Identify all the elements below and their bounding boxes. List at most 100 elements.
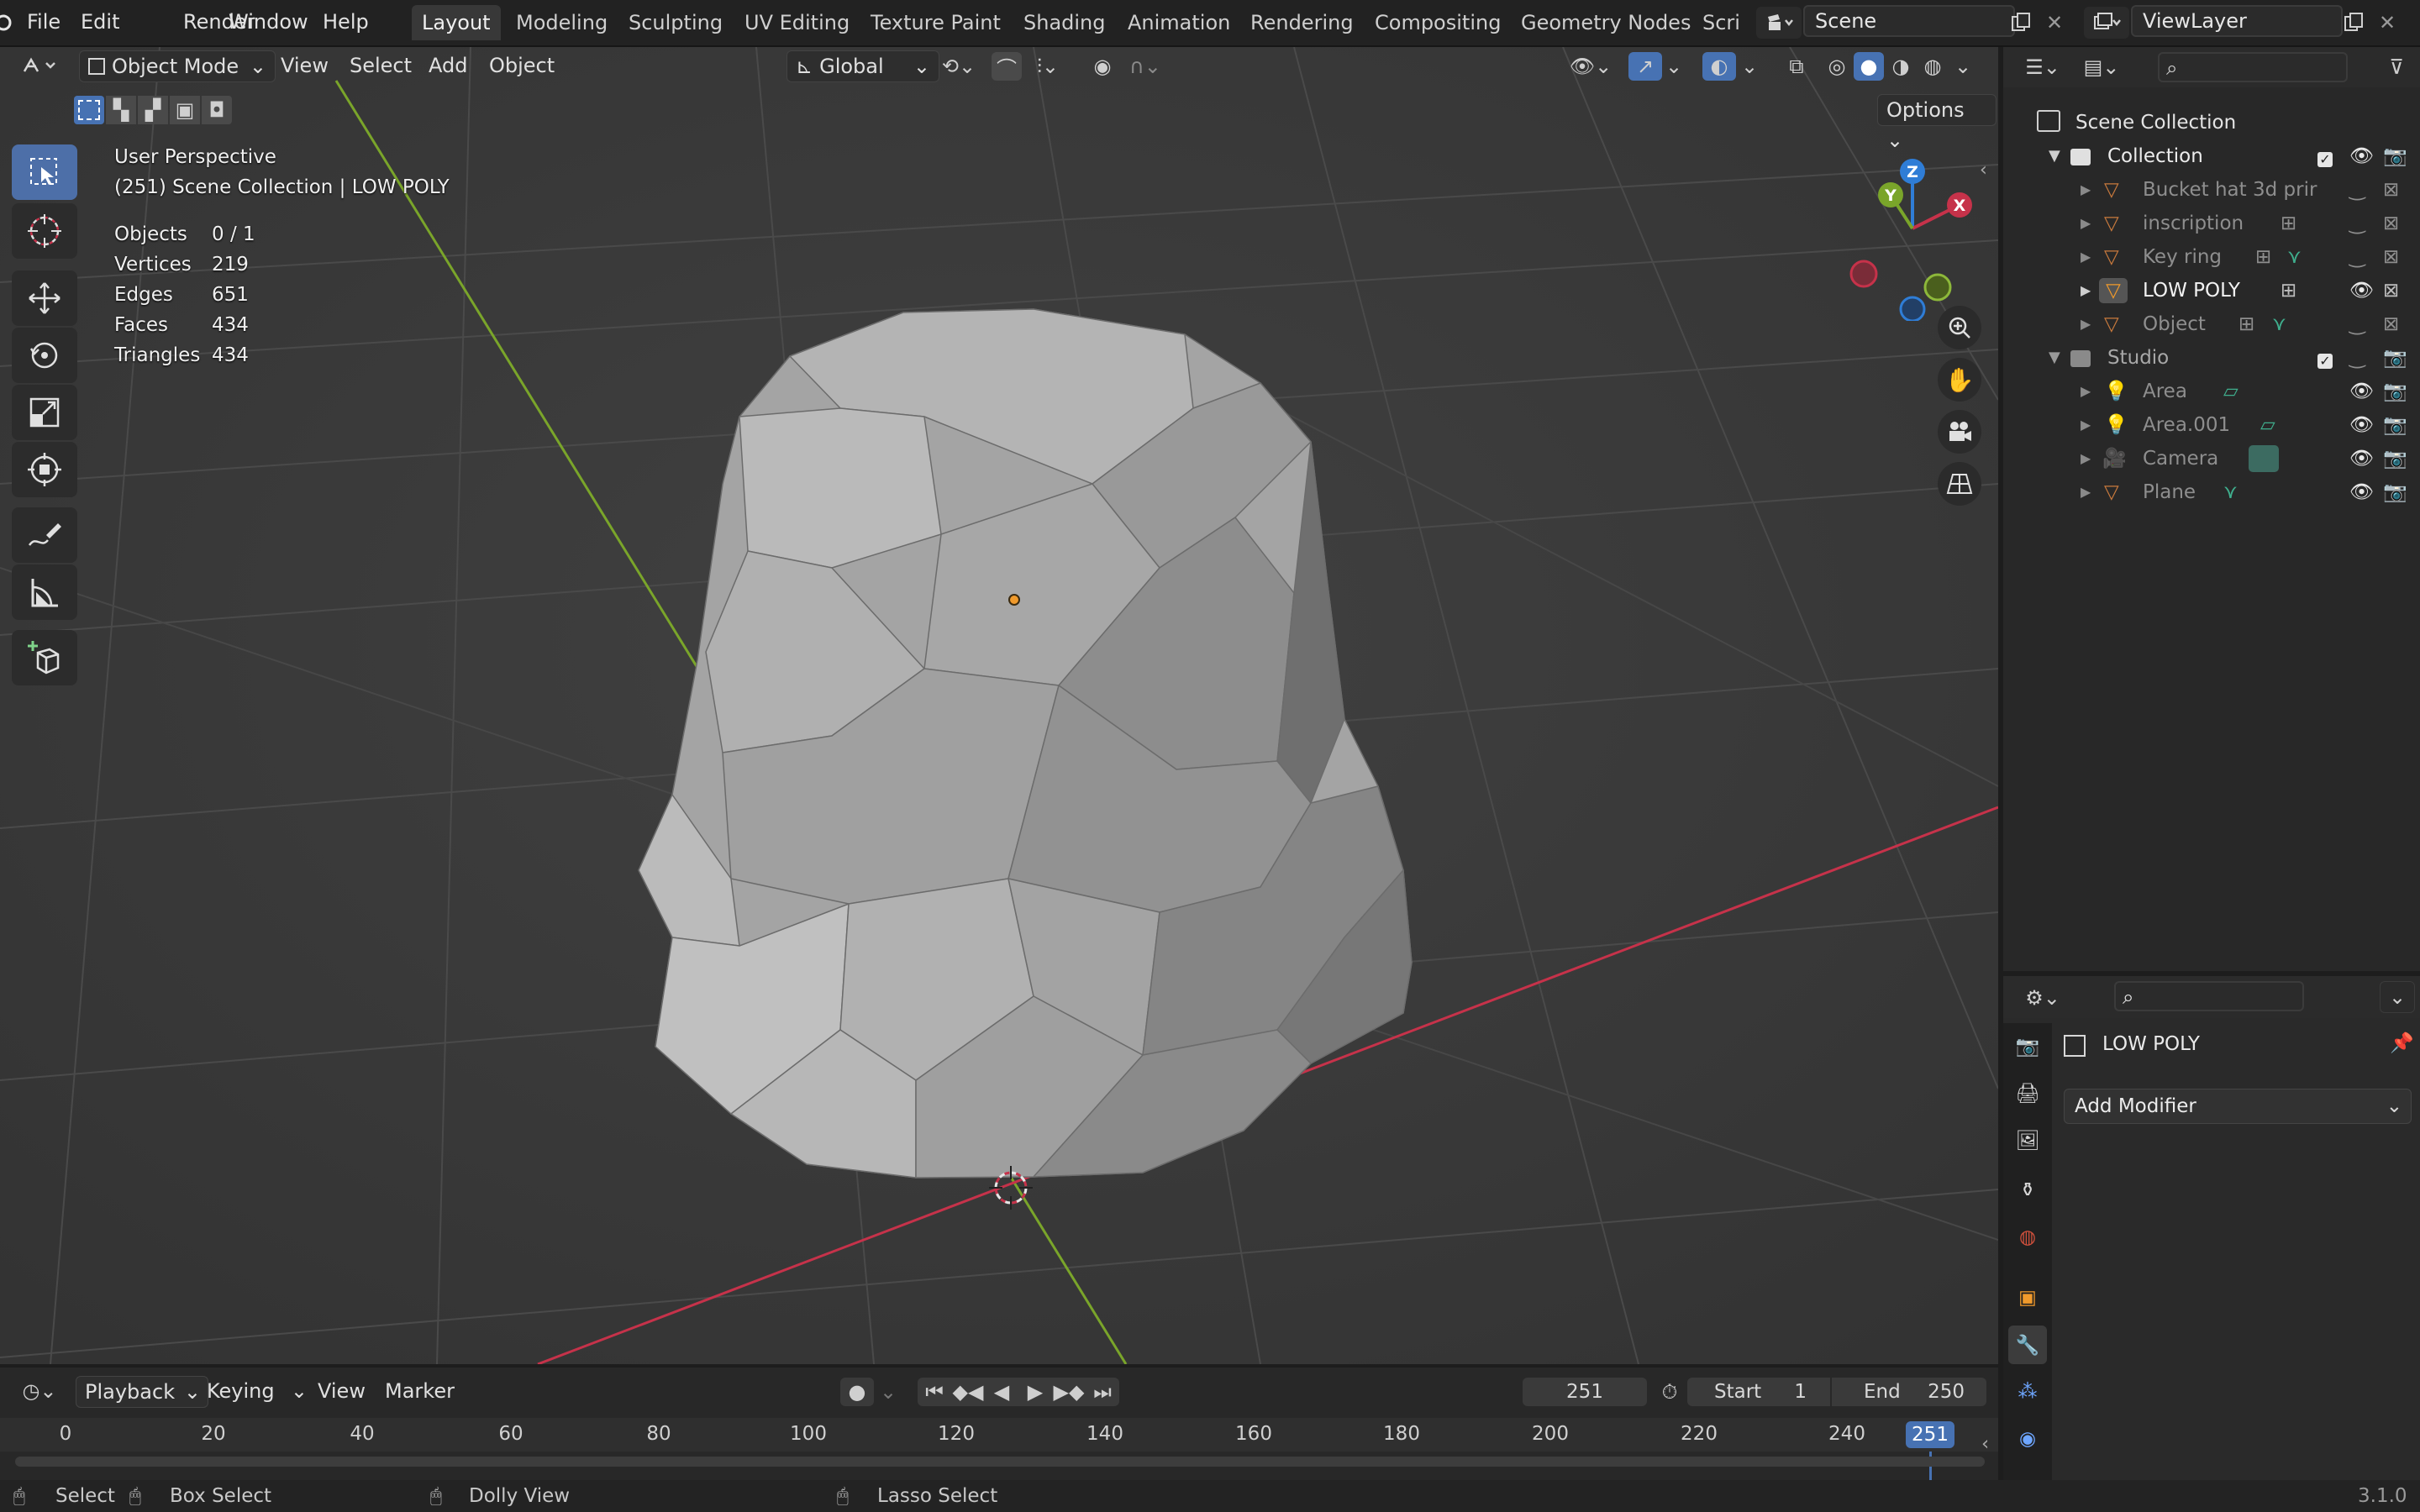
outliner-row-light[interactable]: ▶ 💡 Area ▱ 👁 📷 [2003,375,2420,408]
menu-file[interactable]: File [22,7,66,37]
filter-icon[interactable]: ⊽ [2381,52,2412,82]
outliner-row-object[interactable]: ▶ ▽ Key ring ⊞ ⋎ ‿ ⊠ [2003,240,2420,274]
menu-view[interactable]: View [309,1376,374,1406]
snap-target-icon[interactable]: ⫶⌄ [1025,52,1071,81]
shading-dropdown-icon[interactable]: ⌄ [1953,52,1973,81]
solid-shading-icon[interactable]: ● [1854,52,1884,81]
hidden-eye-icon[interactable]: ‿ [2349,341,2365,375]
tab-rendering[interactable]: Rendering [1240,5,1364,40]
overlays-dropdown-icon[interactable]: ⌄ [1739,52,1760,81]
keying-dropdown[interactable]: Keying ⌄ [198,1376,314,1406]
expand-arrow-icon[interactable]: ▼ [2049,139,2060,173]
prev-keyframe-icon[interactable]: ◆◀ [951,1378,985,1406]
select-invert-icon[interactable]: ▣ [170,96,200,124]
select-subtract-icon[interactable]: ▞ [138,96,168,124]
eye-icon[interactable]: 👁 [2349,375,2374,408]
menu-object[interactable]: Object [481,50,563,81]
render-camera-icon[interactable]: 📷 [2383,341,2407,375]
jump-start-icon[interactable]: ⏮ [918,1378,951,1406]
timeline-scrollbar[interactable] [15,1457,1985,1467]
eye-icon[interactable]: 👁 [2349,408,2374,442]
menu-marker[interactable]: Marker [376,1376,463,1406]
outliner-row-light[interactable]: ▶ 💡 Area.001 ▱ 👁 📷 [2003,408,2420,442]
sidebar-toggle-icon[interactable]: ‹ [1980,160,1987,181]
stopwatch-icon[interactable]: ⏱ [1655,1378,1684,1406]
menu-add[interactable]: Add [420,50,476,81]
outliner-row-collection[interactable]: ▼ Collection ✓ 👁 📷 [2003,139,2420,173]
expand-arrow-icon[interactable]: ▶ [2081,207,2091,240]
tab-sculpting[interactable]: Sculpting [618,5,733,40]
tab-modeling[interactable]: Modeling [506,5,618,40]
modifier-tab-icon[interactable]: 🔧 [2008,1326,2047,1364]
select-new-icon[interactable] [74,96,104,124]
3d-viewport[interactable]: Object Mode ⌄ View Select Add Object ⊾ Glo… [0,47,1998,1364]
world-tab-icon[interactable]: ◍ [2008,1218,2047,1257]
editor-type-icon[interactable] [12,50,67,81]
tab-uv-editing[interactable]: UV Editing [734,5,860,40]
physics-tab-icon[interactable]: ◉ [2008,1420,2047,1458]
expand-arrow-icon[interactable]: ▶ [2081,408,2091,442]
keying-set-icon[interactable]: ⌄ [876,1378,901,1406]
tab-animation[interactable]: Animation [1118,5,1240,40]
outliner-row-object[interactable]: ▶ ▽ Plane ⋎ 👁 📷 [2003,475,2420,509]
menu-select[interactable]: Select [341,50,420,81]
tab-scripting[interactable]: Scri [1692,5,1750,40]
hidden-eye-icon[interactable]: ‿ [2349,307,2365,341]
end-frame-field[interactable]: End 250 [1832,1378,1986,1406]
checkbox-icon[interactable]: ✓ [2317,341,2333,375]
view-layer-selector-icon[interactable] [2084,7,2129,39]
expand-arrow-icon[interactable]: ▶ [2081,375,2091,408]
annotate-tool[interactable] [12,507,77,563]
proportional-editing-icon[interactable]: ◉ [1087,52,1118,81]
eye-icon[interactable]: 👁 [2349,274,2374,307]
start-frame-field[interactable]: Start 1 [1687,1378,1830,1406]
select-extend-icon[interactable]: ▚ [106,96,136,124]
tab-layout[interactable]: Layout [412,5,501,40]
render-disabled-icon[interactable]: ⊠ [2383,173,2399,207]
new-scene-icon[interactable] [2008,7,2033,39]
outliner-search-field[interactable]: ⌕ [2158,52,2348,82]
delete-scene-icon[interactable]: ✕ [2042,7,2067,39]
transform-orientation-dropdown[interactable]: ⊾ Global ⌄ [786,50,939,82]
overlays-toggle-icon[interactable]: ◐ [1702,52,1736,81]
blender-logo-icon[interactable] [0,8,15,37]
outliner-row-low-poly[interactable]: ▶ ▽ LOW POLY ⊞ 👁 ⊠ [2003,274,2420,307]
new-view-layer-icon[interactable] [2341,7,2366,39]
view-layer-tab-icon[interactable]: 🖼 [2008,1121,2047,1159]
eye-icon[interactable]: 👁 [2349,442,2374,475]
hidden-eye-icon[interactable]: ‿ [2349,173,2365,207]
menu-view[interactable]: View [272,50,337,81]
scale-tool[interactable] [12,385,77,440]
object-tab-icon[interactable]: ▣ [2008,1278,2047,1317]
frame-ruler[interactable]: 0 20 40 60 80 100 120 140 160 180 200 22… [0,1418,1998,1452]
expand-arrow-icon[interactable]: ▶ [2081,307,2091,341]
zoom-icon[interactable] [1938,306,1981,349]
snap-toggle-icon[interactable]: ⌒ [992,52,1022,81]
outliner-row-object[interactable]: ▶ ▽ inscription ⊞ ‿ ⊠ [2003,207,2420,240]
select-box-tool[interactable] [12,144,77,200]
measure-tool[interactable] [12,564,77,620]
render-camera-icon[interactable]: 📷 [2383,475,2407,509]
outliner-row-object[interactable]: ▶ ▽ Object ⊞ ⋎ ‿ ⊠ [2003,307,2420,341]
menu-edit[interactable]: Edit [76,7,124,37]
display-mode-icon[interactable]: ▤⌄ [2077,52,2126,82]
add-modifier-dropdown[interactable]: Add Modifier ⌄ [2064,1089,2412,1124]
menu-help[interactable]: Help [318,7,374,37]
tab-texture-paint[interactable]: Texture Paint [860,5,1011,40]
output-tab-icon[interactable]: 🖨 [2008,1074,2047,1112]
render-camera-icon[interactable]: 📷 [2383,139,2407,173]
eye-icon[interactable]: 👁 [2349,475,2374,509]
perspective-toggle-icon[interactable] [1938,462,1981,506]
current-frame-field[interactable]: 251 [1523,1378,1647,1406]
expand-arrow-icon[interactable]: ▶ [2081,475,2091,509]
expand-arrow-icon[interactable]: ▶ [2081,240,2091,274]
checkbox-icon[interactable]: ✓ [2317,139,2333,173]
timeline-sidebar-toggle-icon[interactable]: ‹ [1981,1433,1989,1455]
move-tool[interactable] [12,270,77,326]
particles-tab-icon[interactable]: ⁂ [2008,1373,2047,1411]
wireframe-shading-icon[interactable]: ◎ [1822,52,1852,81]
pan-hand-icon[interactable]: ✋ [1938,358,1981,402]
auto-keying-icon[interactable]: ● [840,1378,874,1406]
mode-dropdown[interactable]: Object Mode ⌄ [79,50,276,82]
camera-view-icon[interactable] [1938,410,1981,454]
